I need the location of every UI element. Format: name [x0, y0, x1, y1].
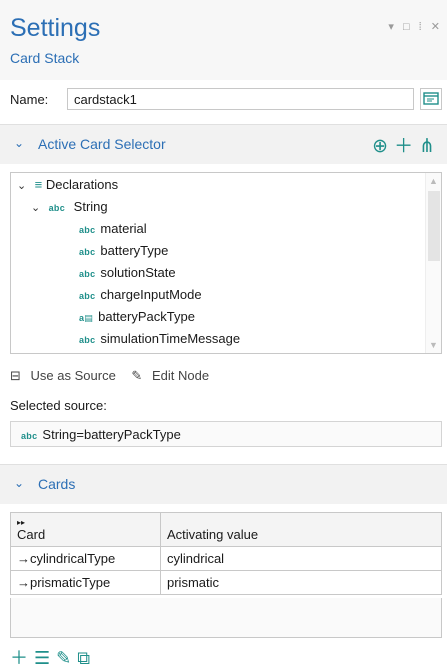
activating-value-cell[interactable]: cylindrical	[160, 546, 442, 571]
add-circle-icon[interactable]: ⊕	[372, 136, 394, 157]
chevron-down-icon[interactable]: ⌄	[17, 179, 31, 192]
edit-node-button[interactable]: ✎ Edit Node	[131, 368, 215, 383]
chevron-down-icon: ⌄	[14, 476, 25, 490]
tree-item[interactable]: abc batteryType	[79, 243, 168, 265]
string-variable-icon: abc	[79, 247, 96, 257]
window-icon	[423, 92, 439, 105]
table-row[interactable]: →prismaticType prismatic	[10, 570, 442, 595]
tree-icon[interactable]: ⋔	[419, 136, 441, 157]
tree-item[interactable]: abc chargeInputMode	[79, 287, 202, 309]
add-icon[interactable]: ＋	[10, 648, 34, 668]
name-row: Name:	[0, 80, 447, 120]
edit-node-icon: ✎	[131, 368, 143, 383]
clear-table-icon[interactable]: ☰	[34, 648, 56, 668]
selected-source-value: String=batteryPackType	[42, 427, 181, 442]
table-row[interactable]: →cylindricalType cylindrical	[10, 546, 442, 571]
tree-actions: ⊟ Use as Source ✎ Edit Node	[10, 368, 221, 384]
tree-item[interactable]: abc simulationTimeMessage	[79, 331, 240, 353]
move-to-top-icon[interactable]: ▸▸	[17, 519, 154, 527]
selector-toolbar: ⊕＋⋔	[372, 131, 441, 158]
window-controls[interactable]: ▾ □ ⁞ ✕	[388, 20, 443, 33]
tree-item[interactable]: abc material	[79, 221, 147, 243]
edit-icon[interactable]: ✎	[56, 648, 77, 668]
tree-scrollbar[interactable]: ▲ ▼	[425, 173, 441, 353]
chevron-down-icon: ⌄	[14, 136, 25, 150]
cards-toolbar: ＋☰✎⧉	[10, 644, 96, 670]
column-header-card[interactable]: ▸▸ Card	[10, 512, 161, 547]
page-subtitle: Card Stack	[10, 50, 80, 66]
rename-button[interactable]	[420, 88, 442, 110]
tree-item[interactable]: abc solutionState	[79, 265, 176, 287]
string-variable-icon: abc	[79, 291, 96, 301]
declarations-icon: ≡	[34, 177, 43, 192]
name-input[interactable]	[67, 88, 414, 110]
cards-header[interactable]: ⌄ Cards	[0, 464, 447, 504]
string-list-icon: a▤	[79, 313, 94, 323]
string-variable-icon: abc	[79, 335, 96, 345]
string-type-icon: abc	[48, 203, 66, 213]
copy-icon[interactable]: ⧉	[77, 648, 96, 668]
settings-header: Settings Card Stack ▾ □ ⁞ ✕	[0, 0, 447, 80]
string-variable-icon: abc	[79, 225, 96, 235]
section-title: Cards	[38, 476, 76, 492]
tree-node-declarations[interactable]: ⌄ ≡ Declarations	[17, 177, 118, 199]
card-cell[interactable]: →prismaticType	[10, 570, 161, 595]
column-header-activating-value[interactable]: Activating value	[160, 512, 442, 547]
table-header-row: ▸▸ Card Activating value	[10, 512, 442, 547]
tree-item[interactable]: a▤ batteryPackType	[79, 309, 195, 331]
selected-source-field: abc String=batteryPackType	[10, 421, 442, 447]
use-as-source-icon: ⊟	[10, 368, 21, 383]
cards-table: ▸▸ Card Activating value →cylindricalTyp…	[10, 512, 442, 595]
active-card-selector-header[interactable]: ⌄ Active Card Selector ⊕＋⋔	[0, 124, 447, 164]
table-empty-area	[10, 598, 442, 638]
add-icon[interactable]: ＋	[394, 136, 419, 157]
card-cell[interactable]: →cylindricalType	[10, 546, 161, 571]
use-as-source-button[interactable]: ⊟ Use as Source	[10, 368, 122, 383]
scroll-up-icon[interactable]: ▲	[429, 176, 438, 186]
string-variable-icon: abc	[21, 431, 38, 441]
page-title: Settings	[10, 14, 101, 42]
declarations-tree[interactable]: ⌄ ≡ Declarations ⌄ abc String abc materia…	[10, 172, 442, 354]
name-label: Name:	[10, 92, 49, 107]
scroll-thumb[interactable]	[428, 191, 440, 261]
section-title: Active Card Selector	[38, 136, 166, 152]
activating-value-cell[interactable]: prismatic	[160, 570, 442, 595]
selected-source-label: Selected source:	[10, 398, 107, 413]
scroll-down-icon[interactable]: ▼	[429, 340, 438, 350]
chevron-down-icon[interactable]: ⌄	[31, 201, 45, 214]
string-variable-icon: abc	[79, 269, 96, 279]
tree-node-string[interactable]: ⌄ abc String	[31, 199, 108, 221]
